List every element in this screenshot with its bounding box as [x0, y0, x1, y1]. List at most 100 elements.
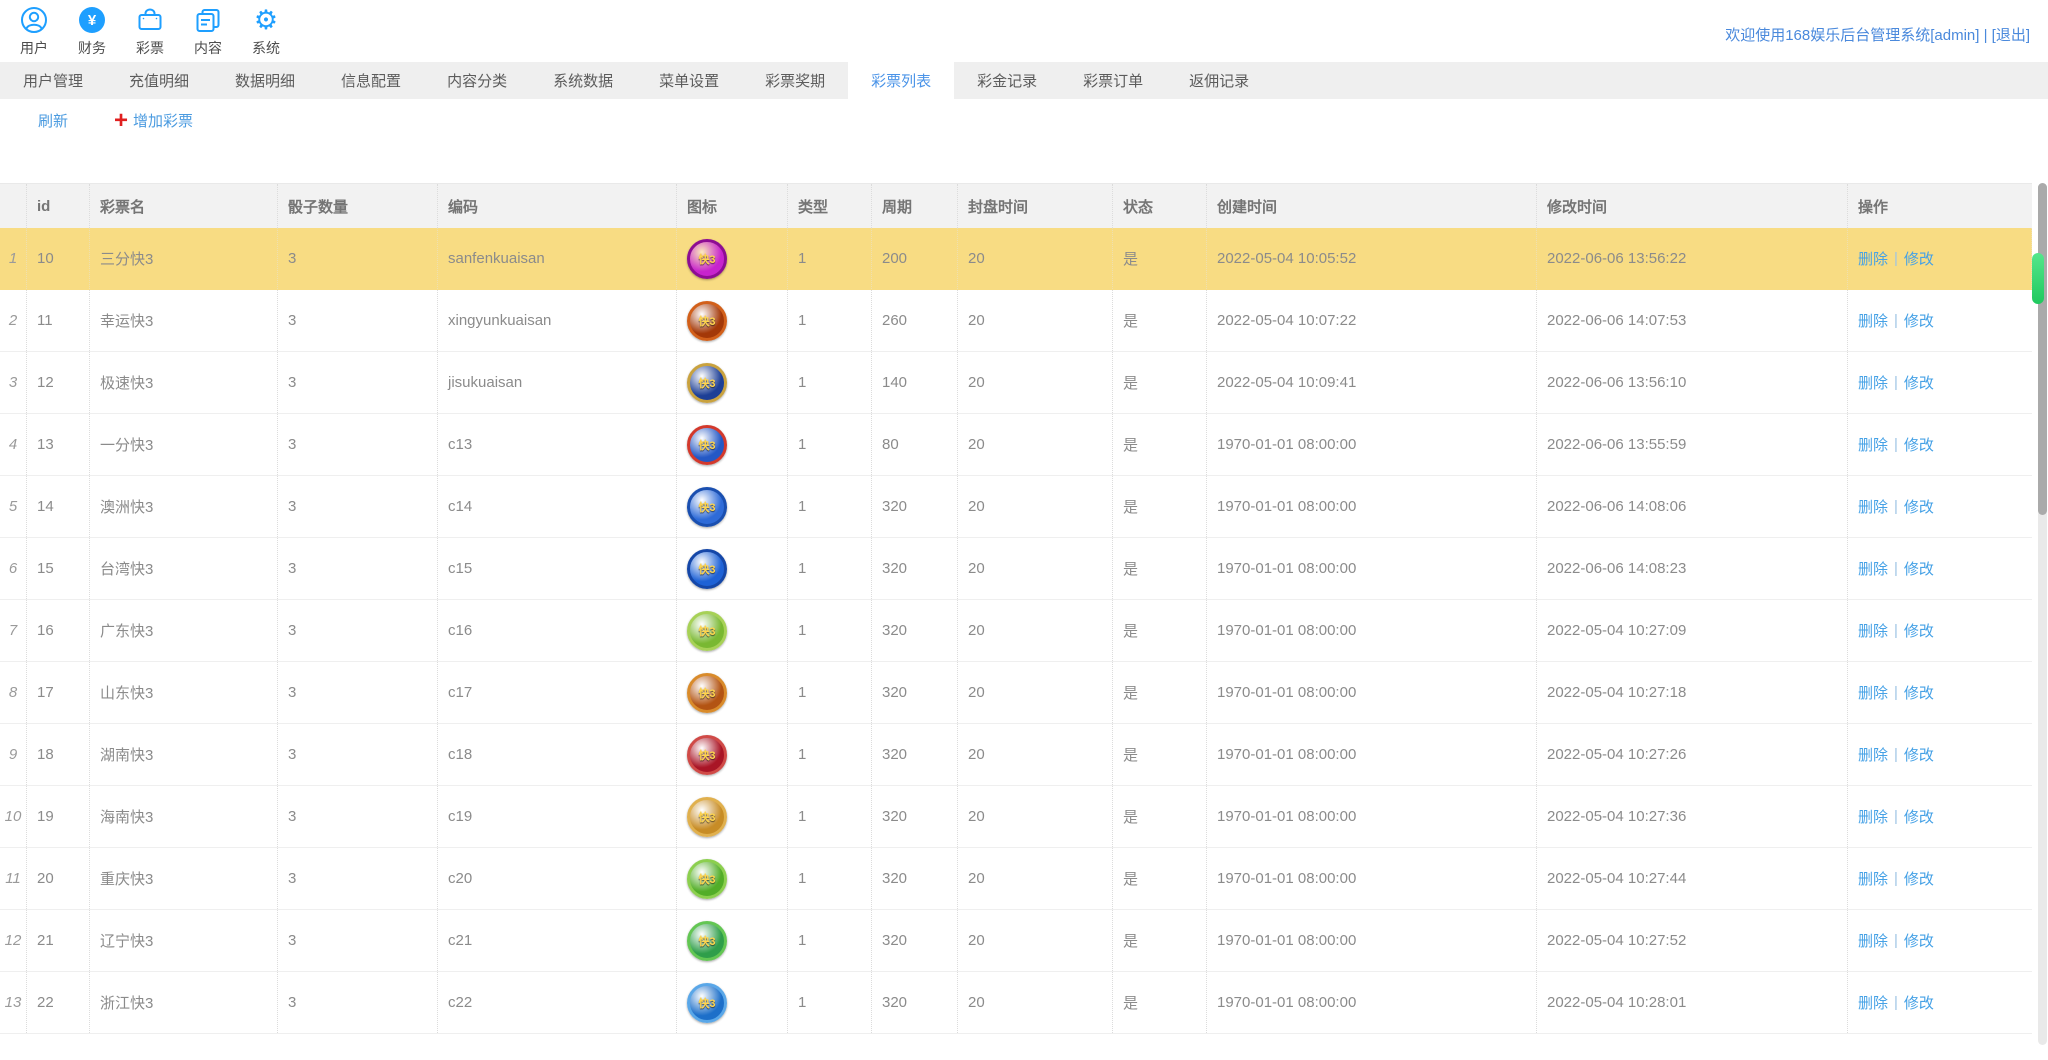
cell-code: c20	[438, 848, 677, 909]
edit-link[interactable]: 修改	[1904, 496, 1934, 517]
table-row[interactable]: 211幸运快33xingyunkuaisan快3126020是2022-05-0…	[0, 290, 2032, 352]
lottery-badge-icon: 快3	[687, 425, 727, 465]
add-lottery-button[interactable]: + 增加彩票	[114, 110, 193, 131]
delete-link[interactable]: 删除	[1858, 496, 1888, 517]
delete-link[interactable]: 删除	[1858, 682, 1888, 703]
table-row[interactable]: 312极速快33jisukuaisan快3114020是2022-05-04 1…	[0, 352, 2032, 414]
action-separator: |	[1894, 312, 1898, 329]
cell-status: 是	[1113, 352, 1207, 413]
logout-link[interactable]: [退出]	[1992, 27, 2030, 44]
menu-label: 系统	[252, 38, 280, 58]
delete-link[interactable]: 删除	[1858, 930, 1888, 951]
cell-close-time: 20	[958, 972, 1113, 1033]
tab-6[interactable]: 系统数据	[530, 62, 636, 99]
delete-link[interactable]: 删除	[1858, 248, 1888, 269]
admin-page: 用户 ¥ 财务	[0, 0, 2048, 1060]
table-row[interactable]: 110三分快33sanfenkuaisan快3120020是2022-05-04…	[0, 228, 2032, 290]
tab-4[interactable]: 信息配置	[318, 62, 424, 99]
cell-lottery-name: 台湾快3	[90, 538, 278, 599]
lottery-badge-icon: 快3	[687, 859, 727, 899]
cell-close-time: 20	[958, 724, 1113, 785]
tab-11[interactable]: 彩票订单	[1060, 62, 1166, 99]
edit-link[interactable]: 修改	[1904, 620, 1934, 641]
edit-link[interactable]: 修改	[1904, 434, 1934, 455]
scrollbar-thumb[interactable]	[2038, 183, 2047, 515]
lottery-badge-icon: 快3	[687, 983, 727, 1023]
cell-close-time: 20	[958, 662, 1113, 723]
cell-code: c16	[438, 600, 677, 661]
tab-9[interactable]: 彩票列表	[848, 62, 954, 99]
content-icon	[194, 6, 222, 34]
tab-3[interactable]: 数据明细	[212, 62, 318, 99]
refresh-link[interactable]: 刷新	[38, 110, 68, 131]
tab-12[interactable]: 返佣记录	[1166, 62, 1272, 99]
tab-1[interactable]: 用户管理	[0, 62, 106, 99]
edit-link[interactable]: 修改	[1904, 558, 1934, 579]
delete-link[interactable]: 删除	[1858, 620, 1888, 641]
delete-link[interactable]: 删除	[1858, 434, 1888, 455]
cell-status: 是	[1113, 600, 1207, 661]
delete-link[interactable]: 删除	[1858, 372, 1888, 393]
tab-2[interactable]: 充值明细	[106, 62, 212, 99]
table-row[interactable]: 1322浙江快33c22快3132020是1970-01-01 08:00:00…	[0, 972, 2032, 1034]
table-row[interactable]: 716广东快33c16快3132020是1970-01-01 08:00:002…	[0, 600, 2032, 662]
edit-link[interactable]: 修改	[1904, 682, 1934, 703]
table-row[interactable]: 1120重庆快33c20快3132020是1970-01-01 08:00:00…	[0, 848, 2032, 910]
cell-close-time: 20	[958, 228, 1113, 289]
cell-created-time: 2022-05-04 10:05:52	[1207, 228, 1537, 289]
edit-link[interactable]: 修改	[1904, 992, 1934, 1013]
cell-lottery-name: 辽宁快3	[90, 910, 278, 971]
cell-lottery-name: 澳洲快3	[90, 476, 278, 537]
table-body: 110三分快33sanfenkuaisan快3120020是2022-05-04…	[0, 228, 2032, 1034]
row-number: 7	[0, 600, 27, 661]
edit-link[interactable]: 修改	[1904, 744, 1934, 765]
cell-code: c14	[438, 476, 677, 537]
row-number: 10	[0, 786, 27, 847]
edit-link[interactable]: 修改	[1904, 372, 1934, 393]
column-header: 骰子数量	[278, 184, 438, 228]
cell-actions: 删除 | 修改	[1848, 476, 2032, 537]
delete-link[interactable]: 删除	[1858, 806, 1888, 827]
edit-link[interactable]: 修改	[1904, 310, 1934, 331]
delete-link[interactable]: 删除	[1858, 310, 1888, 331]
menu-item-system[interactable]: ⚙ 系统	[244, 6, 288, 58]
edit-link[interactable]: 修改	[1904, 806, 1934, 827]
cell-id: 20	[27, 848, 90, 909]
column-header: 编码	[438, 184, 677, 228]
cell-icon: 快3	[677, 538, 788, 599]
menu-item-finance[interactable]: ¥ 财务	[70, 6, 114, 58]
delete-link[interactable]: 删除	[1858, 558, 1888, 579]
menu-item-content[interactable]: 内容	[186, 6, 230, 58]
cell-modified-time: 2022-05-04 10:27:09	[1537, 600, 1848, 661]
edit-link[interactable]: 修改	[1904, 930, 1934, 951]
delete-link[interactable]: 删除	[1858, 744, 1888, 765]
scrollbar-green-thumb[interactable]	[2032, 253, 2044, 304]
table-row[interactable]: 615台湾快33c15快3132020是1970-01-01 08:00:002…	[0, 538, 2032, 600]
table-row[interactable]: 1221辽宁快33c21快3132020是1970-01-01 08:00:00…	[0, 910, 2032, 972]
cell-id: 13	[27, 414, 90, 475]
delete-link[interactable]: 删除	[1858, 992, 1888, 1013]
edit-link[interactable]: 修改	[1904, 868, 1934, 889]
tab-8[interactable]: 彩票奖期	[742, 62, 848, 99]
menu-item-users[interactable]: 用户	[12, 6, 56, 58]
table-row[interactable]: 413一分快33c13快318020是1970-01-01 08:00:0020…	[0, 414, 2032, 476]
cell-id: 15	[27, 538, 90, 599]
action-separator: |	[1894, 994, 1898, 1011]
delete-link[interactable]: 删除	[1858, 868, 1888, 889]
cell-close-time: 20	[958, 352, 1113, 413]
cell-cycle: 320	[872, 786, 958, 847]
cell-code: sanfenkuaisan	[438, 228, 677, 289]
tab-7[interactable]: 菜单设置	[636, 62, 742, 99]
table-row[interactable]: 1019海南快33c19快3132020是1970-01-01 08:00:00…	[0, 786, 2032, 848]
menu-label: 内容	[194, 38, 222, 58]
tab-10[interactable]: 彩金记录	[954, 62, 1060, 99]
table-row[interactable]: 918湖南快33c18快3132020是1970-01-01 08:00:002…	[0, 724, 2032, 786]
edit-link[interactable]: 修改	[1904, 248, 1934, 269]
table-row[interactable]: 817山东快33c17快3132020是1970-01-01 08:00:002…	[0, 662, 2032, 724]
table-row[interactable]: 514澳洲快33c14快3132020是1970-01-01 08:00:002…	[0, 476, 2032, 538]
menu-item-lottery[interactable]: 彩票	[128, 6, 172, 58]
cell-modified-time: 2022-06-06 13:56:22	[1537, 228, 1848, 289]
cell-status: 是	[1113, 910, 1207, 971]
tab-5[interactable]: 内容分类	[424, 62, 530, 99]
action-separator: |	[1894, 498, 1898, 515]
